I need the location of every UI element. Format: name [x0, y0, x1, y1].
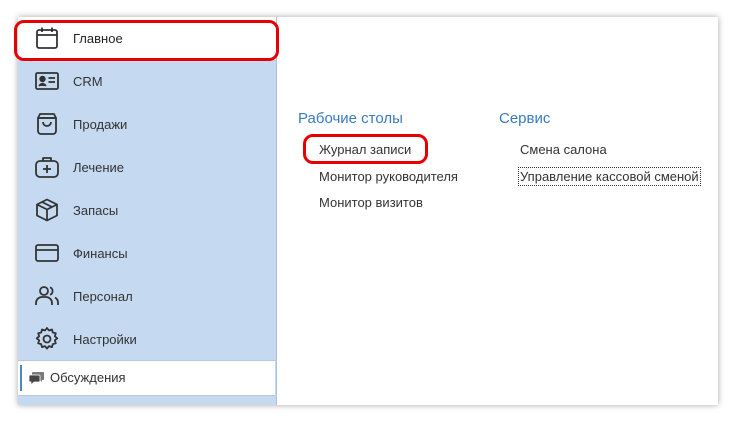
sidebar-item-label: Финансы: [73, 246, 128, 261]
sidebar: Главное CRM Продажи Лечение Запасы Финан…: [18, 17, 277, 405]
sidebar-item-stock[interactable]: Запасы: [18, 189, 276, 232]
id-card-icon: [34, 68, 60, 94]
app-window: Главное CRM Продажи Лечение Запасы Финан…: [18, 17, 718, 405]
link-visits-monitor[interactable]: Монитор визитов: [319, 195, 423, 210]
sidebar-item-label: Продажи: [73, 117, 128, 132]
sidebar-item-label: Запасы: [73, 203, 119, 218]
section-title-service: Сервис: [499, 110, 551, 127]
chat-icon: [28, 370, 45, 386]
credit-card-icon: [34, 240, 60, 266]
gear-icon: [34, 326, 60, 352]
sidebar-item-main[interactable]: Главное: [18, 17, 276, 60]
sidebar-item-label: Персонал: [73, 289, 133, 304]
medical-bag-icon: [34, 154, 60, 180]
sidebar-item-crm[interactable]: CRM: [18, 60, 276, 103]
sidebar-item-settings[interactable]: Настройки: [18, 318, 276, 361]
section-title-desktops: Рабочие столы: [298, 110, 403, 127]
discussions-panel[interactable]: Обсуждения: [18, 360, 275, 396]
sidebar-item-staff[interactable]: Персонал: [18, 275, 276, 318]
link-appointment-journal[interactable]: Журнал записи: [319, 142, 411, 157]
discussions-label: Обсуждения: [50, 370, 126, 385]
link-cash-shift-management[interactable]: Управление кассовой сменой: [518, 167, 701, 186]
discussions-accent-bar: [20, 365, 22, 391]
calendar-icon: [34, 25, 60, 51]
users-icon: [34, 283, 60, 309]
box-icon: [34, 197, 60, 223]
link-change-salon[interactable]: Смена салона: [520, 142, 607, 157]
sidebar-item-label: Лечение: [73, 160, 125, 175]
link-manager-monitor[interactable]: Монитор руководителя: [319, 169, 458, 184]
sidebar-item-sales[interactable]: Продажи: [18, 103, 276, 146]
sidebar-item-finance[interactable]: Финансы: [18, 232, 276, 275]
shopping-bag-icon: [34, 111, 60, 137]
sidebar-item-label: Главное: [73, 31, 123, 46]
sidebar-item-label: CRM: [73, 74, 103, 89]
sidebar-item-treatment[interactable]: Лечение: [18, 146, 276, 189]
sidebar-item-label: Настройки: [73, 332, 137, 347]
